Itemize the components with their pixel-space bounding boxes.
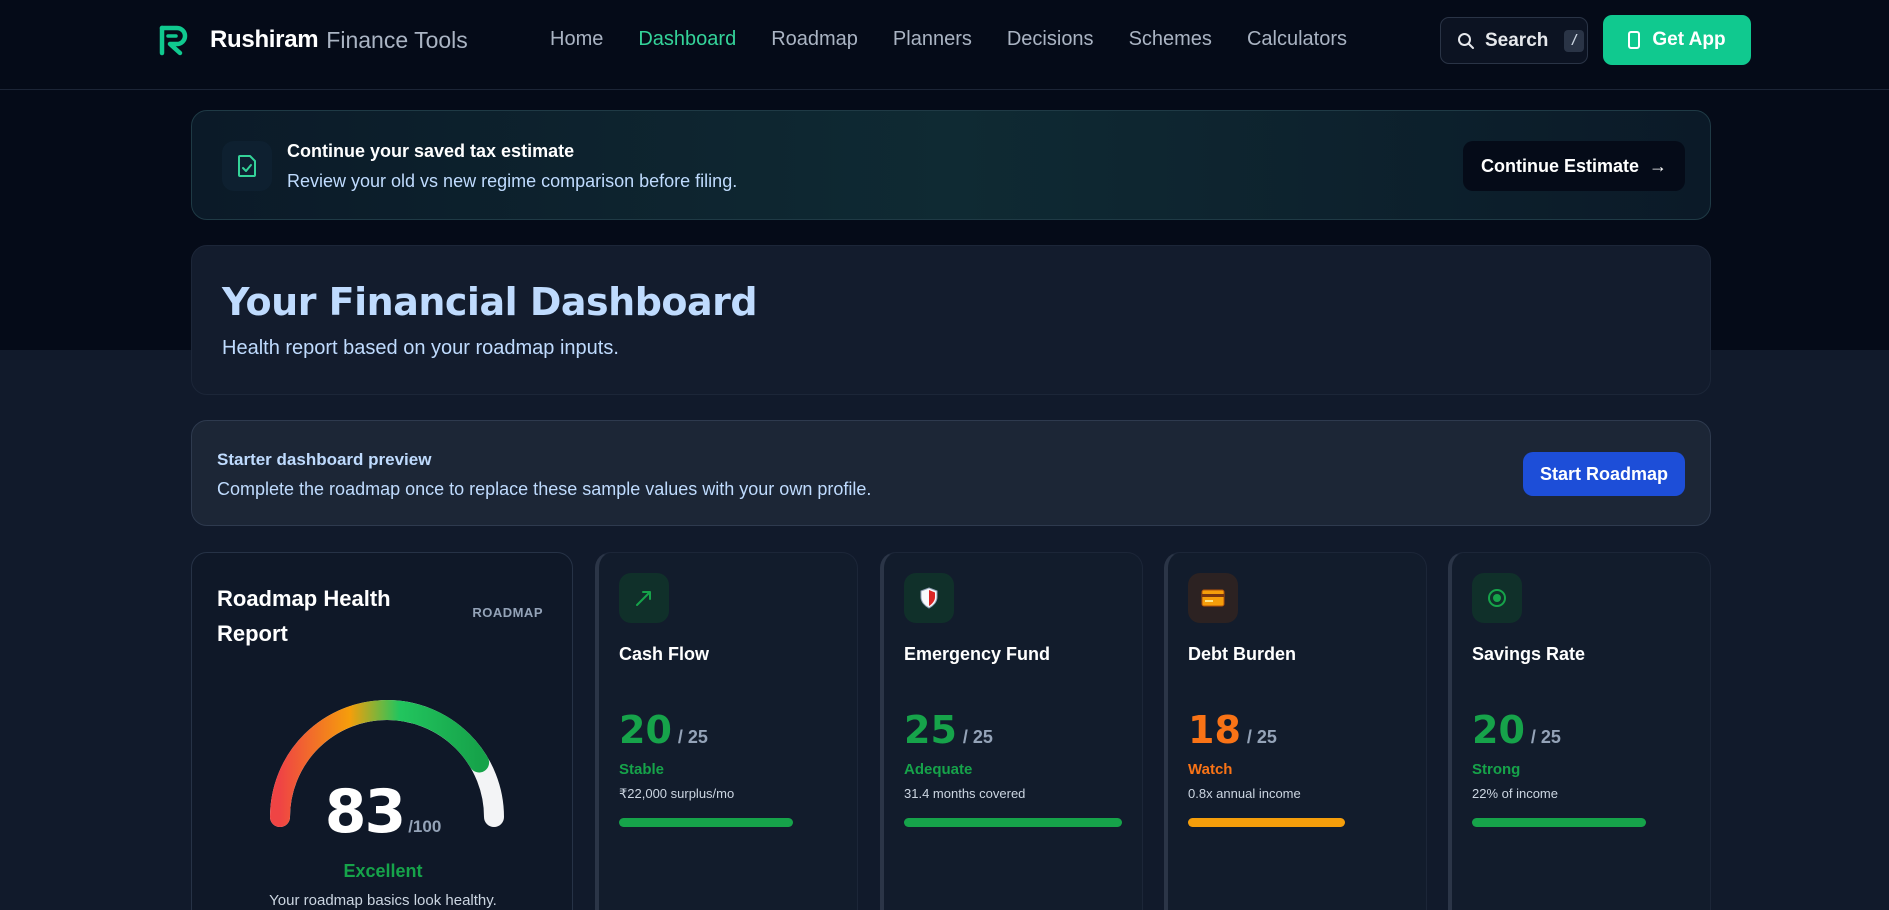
health-status: Excellent bbox=[343, 861, 423, 881]
health-score-value: 83 bbox=[324, 777, 406, 847]
metric-score: 20 / 25 bbox=[1472, 708, 1561, 752]
health-score: 83/100 bbox=[192, 777, 574, 847]
metric-status: Adequate bbox=[904, 761, 973, 778]
document-check-icon bbox=[238, 155, 256, 177]
metric-card-debt-burden[interactable]: Debt Burden 18 / 25 Watch 0.8x annual in… bbox=[1164, 552, 1427, 910]
health-score-max: /100 bbox=[408, 817, 442, 836]
dashboard-header: Your Financial Dashboard Health report b… bbox=[191, 245, 1711, 395]
metric-progress-bar bbox=[619, 818, 793, 827]
nav-links: Home Dashboard Roadmap Planners Decision… bbox=[550, 28, 1347, 51]
metric-detail: 22% of income bbox=[1472, 786, 1558, 801]
continue-estimate-button[interactable]: Continue Estimate → bbox=[1463, 141, 1685, 191]
metric-progress-bar bbox=[1472, 818, 1646, 827]
metric-score-max: / 25 bbox=[1530, 727, 1561, 747]
metric-score-value: 20 bbox=[1472, 708, 1525, 752]
metric-score-value: 25 bbox=[904, 708, 957, 752]
trending-up-icon bbox=[636, 591, 651, 606]
metric-detail: 31.4 months covered bbox=[904, 786, 1026, 801]
metric-score: 20 / 25 bbox=[619, 708, 708, 752]
banner-subtitle: Review your old vs new regime comparison… bbox=[287, 171, 738, 191]
brand-subtitle: Finance Tools bbox=[326, 26, 468, 53]
metric-status: Strong bbox=[1472, 761, 1521, 778]
search-icon bbox=[1458, 32, 1474, 49]
nav-link-home[interactable]: Home bbox=[550, 28, 603, 51]
metric-progress-bar bbox=[904, 818, 1122, 827]
nav-link-schemes[interactable]: Schemes bbox=[1129, 28, 1212, 51]
arrow-right-icon: → bbox=[1649, 155, 1668, 176]
starter-title: Starter dashboard preview bbox=[217, 450, 432, 469]
phone-icon bbox=[1628, 31, 1641, 49]
logo-icon bbox=[159, 25, 188, 56]
nav-link-roadmap[interactable]: Roadmap bbox=[771, 28, 858, 51]
metric-card-cash-flow[interactable]: Cash Flow 20 / 25 Stable ₹22,000 surplus… bbox=[595, 552, 858, 910]
metric-icon-box bbox=[904, 573, 954, 623]
metric-card-emergency-fund[interactable]: Emergency Fund 25 / 25 Adequate 31.4 mon… bbox=[880, 552, 1143, 910]
nav-link-decisions[interactable]: Decisions bbox=[1007, 28, 1094, 51]
metric-name: Cash Flow bbox=[619, 644, 710, 664]
top-navbar: Rushiram Finance Tools Home Dashboard Ro… bbox=[0, 0, 1889, 90]
metric-status: Stable bbox=[619, 761, 665, 778]
continue-estimate-label: Continue Estimate bbox=[1480, 155, 1640, 176]
metric-score-value: 20 bbox=[619, 708, 672, 752]
metric-score: 25 / 25 bbox=[904, 708, 993, 752]
metric-score: 18 / 25 bbox=[1188, 708, 1277, 752]
metric-name: Savings Rate bbox=[1472, 644, 1586, 664]
metric-detail: 0.8x annual income bbox=[1188, 786, 1301, 801]
get-app-button[interactable]: Get App bbox=[1603, 15, 1751, 65]
search-shortcut-key: / bbox=[1564, 29, 1585, 52]
metric-name: Debt Burden bbox=[1188, 644, 1296, 664]
roadmap-health-card: Roadmap Health Report ROADMAP 83/100 Exc… bbox=[191, 552, 573, 910]
metric-score-max: / 25 bbox=[1246, 727, 1277, 747]
starter-preview-notice: Starter dashboard preview Complete the r… bbox=[191, 420, 1711, 526]
page-subtitle: Health report based on your roadmap inpu… bbox=[222, 337, 619, 359]
banner-title: Continue your saved tax estimate bbox=[287, 141, 575, 161]
credit-card-icon bbox=[1201, 589, 1225, 607]
metric-status: Watch bbox=[1188, 761, 1233, 778]
metric-icon-box bbox=[1472, 573, 1522, 623]
nav-link-dashboard[interactable]: Dashboard bbox=[638, 28, 736, 51]
metric-score-max: / 25 bbox=[677, 727, 708, 747]
metric-card-savings-rate[interactable]: Savings Rate 20 / 25 Strong 22% of incom… bbox=[1448, 552, 1711, 910]
banner-icon-box bbox=[222, 141, 272, 191]
saved-estimate-banner: Continue your saved tax estimate Review … bbox=[191, 110, 1711, 220]
starter-subtitle: Complete the roadmap once to replace the… bbox=[217, 479, 872, 499]
health-note: Your roadmap basics look healthy. bbox=[269, 892, 497, 909]
search-label: Search bbox=[1485, 29, 1549, 51]
metric-icon-box bbox=[1188, 573, 1238, 623]
metric-icon-box bbox=[619, 573, 669, 623]
nav-link-planners[interactable]: Planners bbox=[893, 28, 972, 51]
metric-progress-bar bbox=[1188, 818, 1345, 827]
search-button[interactable]: Search / bbox=[1440, 17, 1588, 64]
page-title: Your Financial Dashboard bbox=[222, 280, 758, 324]
metric-detail: ₹22,000 surplus/mo bbox=[619, 786, 735, 801]
get-app-label: Get App bbox=[1652, 29, 1726, 50]
nav-link-calculators[interactable]: Calculators bbox=[1247, 28, 1347, 51]
metric-score-value: 18 bbox=[1188, 708, 1241, 752]
start-roadmap-button[interactable]: Start Roadmap bbox=[1523, 452, 1685, 496]
health-card-title: Roadmap Health Report bbox=[217, 586, 391, 646]
shield-icon bbox=[920, 587, 938, 609]
logo[interactable]: Rushiram Finance Tools bbox=[158, 24, 468, 56]
target-icon bbox=[1488, 589, 1506, 607]
metric-score-max: / 25 bbox=[962, 727, 993, 747]
brand-name: Rushiram bbox=[210, 26, 319, 53]
roadmap-tag: ROADMAP bbox=[472, 605, 543, 620]
metric-name: Emergency Fund bbox=[904, 644, 1051, 664]
